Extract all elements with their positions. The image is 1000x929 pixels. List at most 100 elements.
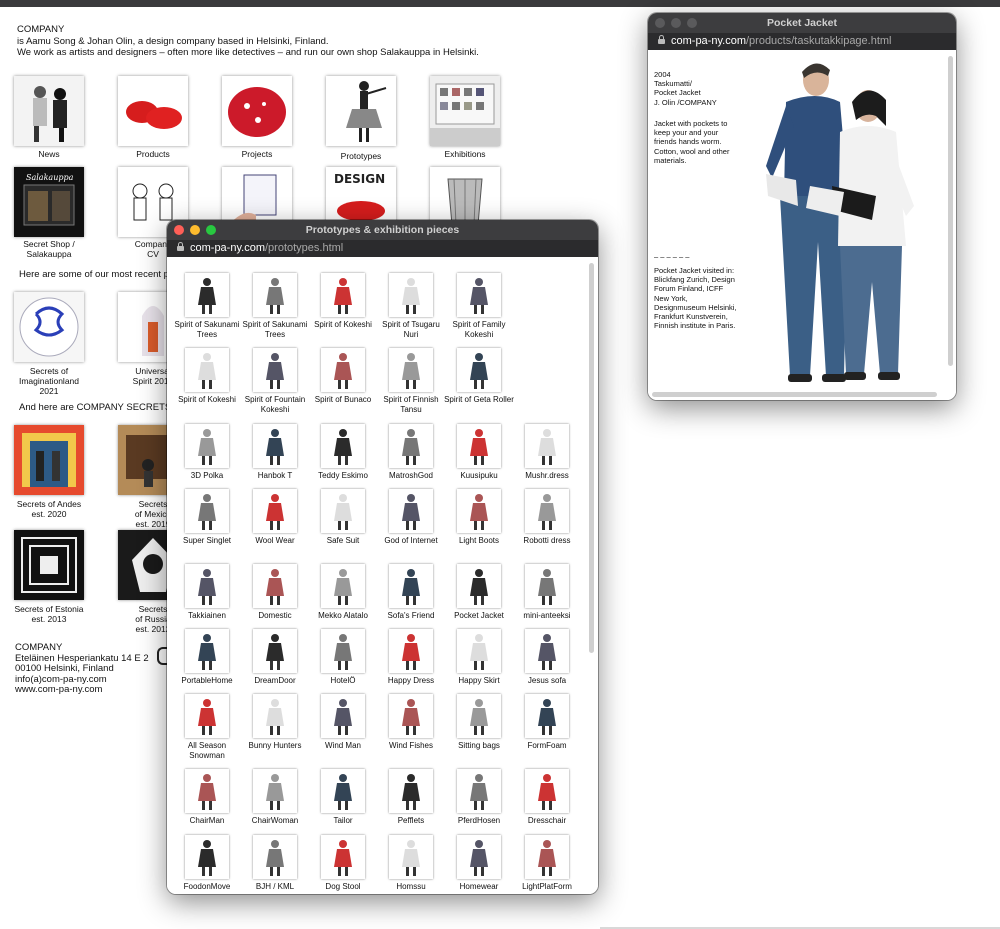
- prototype-thumbnail[interactable]: [321, 835, 365, 879]
- prototype-thumbnail[interactable]: [525, 489, 569, 533]
- prototype-label[interactable]: Spirit of Sakunami Trees: [240, 320, 310, 339]
- prototype-thumbnail[interactable]: [457, 835, 501, 879]
- prototype-label[interactable]: Spirit of Tsugaru Nuri: [376, 320, 446, 339]
- prototype-label[interactable]: HotelÖ: [308, 676, 378, 686]
- close-button[interactable]: [655, 18, 665, 28]
- prototype-item[interactable]: PferdHosen: [444, 769, 514, 826]
- prototype-label[interactable]: Dog Stool: [308, 882, 378, 892]
- prototype-item[interactable]: Domestic: [240, 564, 310, 621]
- prototype-item[interactable]: Light Boots: [444, 489, 514, 546]
- prototype-thumbnail[interactable]: [457, 564, 501, 608]
- prototype-label[interactable]: FoodonMove: [172, 882, 242, 892]
- secrets-estonia-label[interactable]: Secrets of Estonia est. 2013: [14, 604, 84, 624]
- prototype-label[interactable]: Spirit of Family Kokeshi: [444, 320, 514, 339]
- pocket-jacket-url-bar[interactable]: com-pa-ny.com/products/taskutakkipage.ht…: [648, 33, 956, 50]
- prototype-label[interactable]: Spirit of Geta Roller: [444, 395, 514, 405]
- prototype-thumbnail[interactable]: [389, 629, 433, 673]
- prototype-item[interactable]: Teddy Eskimo: [308, 424, 378, 481]
- prototype-label[interactable]: BJH / KML: [240, 882, 310, 892]
- prototype-thumbnail[interactable]: [457, 489, 501, 533]
- prototype-thumbnail[interactable]: [185, 564, 229, 608]
- prototypes-label[interactable]: Prototypes: [316, 151, 406, 161]
- prototype-item[interactable]: Pocket Jacket: [444, 564, 514, 621]
- zoom-button[interactable]: [687, 18, 697, 28]
- prototype-label[interactable]: ChairWoman: [240, 816, 310, 826]
- prototype-thumbnail[interactable]: [525, 424, 569, 468]
- prototype-label[interactable]: Domestic: [240, 611, 310, 621]
- prototype-item[interactable]: Mekko Alatalo: [308, 564, 378, 621]
- prototype-thumbnail[interactable]: [185, 273, 229, 317]
- prototype-item[interactable]: MatroshGod: [376, 424, 446, 481]
- prototype-item[interactable]: Homssu: [376, 835, 446, 892]
- prototype-item[interactable]: All Season Snowman: [172, 694, 242, 760]
- imaginationland-label[interactable]: Secrets of Imaginationland 2021: [14, 366, 84, 396]
- prototype-label[interactable]: Jesus sofa: [512, 676, 582, 686]
- minimize-button[interactable]: [671, 18, 681, 28]
- prototype-item[interactable]: Spirit of Fountain Kokeshi: [240, 348, 310, 414]
- prototype-thumbnail[interactable]: [253, 629, 297, 673]
- prototype-label[interactable]: Wool Wear: [240, 536, 310, 546]
- secrets-andes-label[interactable]: Secrets of Andes est. 2020: [14, 499, 84, 519]
- prototypes-tile[interactable]: [326, 76, 396, 146]
- prototype-thumbnail[interactable]: [525, 629, 569, 673]
- projects-label[interactable]: Projects: [212, 149, 302, 159]
- prototype-label[interactable]: MatroshGod: [376, 471, 446, 481]
- prototype-item[interactable]: LightPlatForm: [512, 835, 582, 892]
- prototype-item[interactable]: Dog Stool: [308, 835, 378, 892]
- prototype-thumbnail[interactable]: [389, 564, 433, 608]
- footer-website[interactable]: www.com-pa-ny.com: [15, 684, 149, 696]
- prototype-item[interactable]: DreamDoor: [240, 629, 310, 686]
- prototype-thumbnail[interactable]: [457, 769, 501, 813]
- prototype-thumbnail[interactable]: [253, 348, 297, 392]
- exhibitions-label[interactable]: Exhibitions: [420, 149, 510, 159]
- prototype-label[interactable]: Safe Suit: [308, 536, 378, 546]
- prototype-label[interactable]: LightPlatForm: [512, 882, 582, 892]
- prototype-thumbnail[interactable]: [389, 769, 433, 813]
- prototype-item[interactable]: Tailor: [308, 769, 378, 826]
- prototype-label[interactable]: Pefflets: [376, 816, 446, 826]
- prototype-label[interactable]: Pocket Jacket: [444, 611, 514, 621]
- products-tile[interactable]: [118, 76, 188, 146]
- projects-tile[interactable]: [222, 76, 292, 146]
- prototype-thumbnail[interactable]: [253, 424, 297, 468]
- prototype-thumbnail[interactable]: [457, 273, 501, 317]
- prototype-thumbnail[interactable]: [321, 489, 365, 533]
- prototype-label[interactable]: Spirit of Kokeshi: [172, 395, 242, 405]
- prototype-item[interactable]: Super Singlet: [172, 489, 242, 546]
- prototype-thumbnail[interactable]: [253, 835, 297, 879]
- prototype-label[interactable]: PferdHosen: [444, 816, 514, 826]
- prototype-item[interactable]: Spirit of Sakunami Trees: [240, 273, 310, 339]
- prototype-item[interactable]: ChairWoman: [240, 769, 310, 826]
- prototype-thumbnail[interactable]: [321, 348, 365, 392]
- prototype-thumbnail[interactable]: [389, 835, 433, 879]
- prototype-label[interactable]: Tailor: [308, 816, 378, 826]
- prototype-thumbnail[interactable]: [185, 348, 229, 392]
- prototype-label[interactable]: Happy Dress: [376, 676, 446, 686]
- prototype-thumbnail[interactable]: [525, 769, 569, 813]
- prototype-thumbnail[interactable]: [253, 489, 297, 533]
- prototype-label[interactable]: Takkiainen: [172, 611, 242, 621]
- prototype-thumbnail[interactable]: [389, 273, 433, 317]
- prototype-label[interactable]: Spirit of Fountain Kokeshi: [240, 395, 310, 414]
- prototype-thumbnail[interactable]: [253, 769, 297, 813]
- prototype-thumbnail[interactable]: [389, 348, 433, 392]
- prototype-label[interactable]: 3D Polka: [172, 471, 242, 481]
- prototype-label[interactable]: Kuusipuku: [444, 471, 514, 481]
- prototype-item[interactable]: 3D Polka: [172, 424, 242, 481]
- pocket-jacket-titlebar[interactable]: Pocket Jacket: [648, 13, 956, 33]
- prototype-label[interactable]: Wind Man: [308, 741, 378, 751]
- prototype-thumbnail[interactable]: [389, 694, 433, 738]
- prototype-label[interactable]: Sitting bags: [444, 741, 514, 751]
- minimize-button[interactable]: [190, 225, 200, 235]
- prototype-item[interactable]: Sitting bags: [444, 694, 514, 751]
- prototype-label[interactable]: Dresschair: [512, 816, 582, 826]
- news-label[interactable]: News: [4, 149, 94, 159]
- prototype-item[interactable]: Spirit of Bunaco: [308, 348, 378, 405]
- prototype-thumbnail[interactable]: [253, 564, 297, 608]
- secrets-estonia-tile[interactable]: [14, 530, 84, 600]
- prototype-label[interactable]: Hanbok T: [240, 471, 310, 481]
- prototype-item[interactable]: Safe Suit: [308, 489, 378, 546]
- prototype-item[interactable]: Spirit of Finnish Tansu: [376, 348, 446, 414]
- prototype-thumbnail[interactable]: [321, 629, 365, 673]
- prototype-label[interactable]: Light Boots: [444, 536, 514, 546]
